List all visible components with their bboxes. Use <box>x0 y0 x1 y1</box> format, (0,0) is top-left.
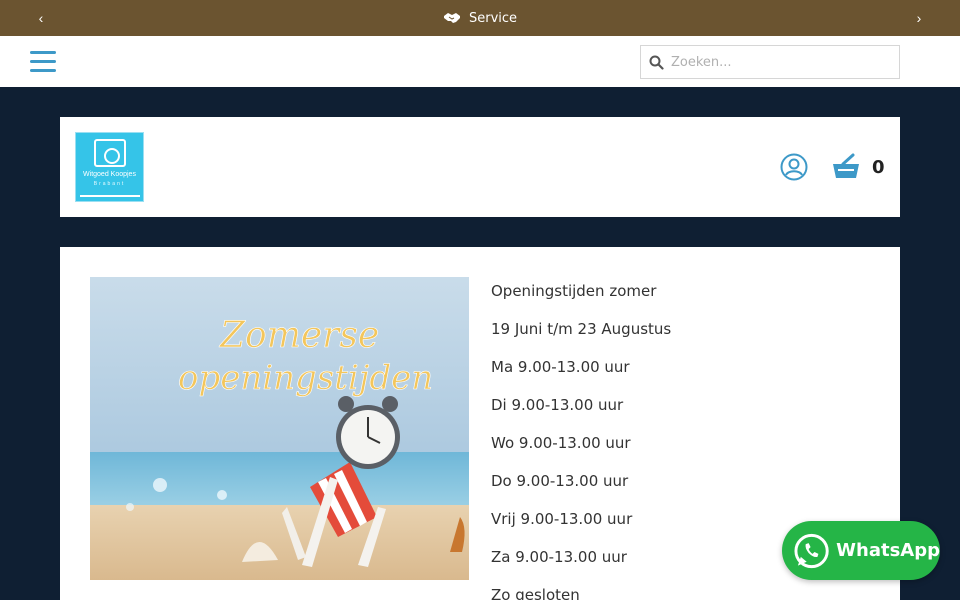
whatsapp-chat-button[interactable]: WhatsApp <box>782 521 940 580</box>
hamburger-menu-icon[interactable] <box>30 51 56 73</box>
hours-heading: Openingstijden zomer <box>491 282 657 300</box>
handshake-icon <box>443 13 460 23</box>
site-header: Witgoed Koopjes Brabant 0 <box>60 117 900 217</box>
hours-period: 19 Juni t/m 23 Augustus <box>491 320 672 338</box>
whatsapp-label: WhatsApp <box>836 540 940 561</box>
shopping-basket-icon[interactable] <box>831 151 861 181</box>
hero-text-line1: Zomerse <box>219 315 379 356</box>
whatsapp-icon <box>794 533 829 568</box>
logo-title: Witgoed Koopjes <box>83 171 136 178</box>
hours-tuesday: Di 9.00-13.00 uur <box>491 396 624 414</box>
hours-thursday: Do 9.00-13.00 uur <box>491 472 629 490</box>
washing-machine-icon <box>94 139 126 167</box>
service-label: Service <box>468 10 518 26</box>
hours-sunday: Zo gesloten <box>491 586 580 600</box>
next-arrow-button[interactable]: › <box>909 8 929 28</box>
hero-text-line2: openingstijden <box>178 358 433 398</box>
hours-wednesday: Wo 9.00-13.00 uur <box>491 434 631 452</box>
summer-hours-image: Zomerse openingstijden <box>90 277 469 580</box>
service-link[interactable]: Service <box>443 11 517 26</box>
announcement-bar: ‹ Service › <box>0 0 960 36</box>
prev-arrow-button[interactable]: ‹ <box>31 8 51 28</box>
site-logo[interactable]: Witgoed Koopjes Brabant <box>75 132 144 202</box>
cart-count: 0 <box>872 157 885 178</box>
hours-monday: Ma 9.00-13.00 uur <box>491 358 630 376</box>
content-card: Zomerse openingstijden Openingstijden zo… <box>60 247 900 600</box>
search-input[interactable] <box>671 54 891 70</box>
search-box <box>640 45 900 79</box>
search-icon[interactable] <box>641 55 671 70</box>
navbar <box>0 36 960 87</box>
logo-subtitle: Brabant <box>93 181 126 187</box>
user-account-icon[interactable] <box>780 153 808 181</box>
